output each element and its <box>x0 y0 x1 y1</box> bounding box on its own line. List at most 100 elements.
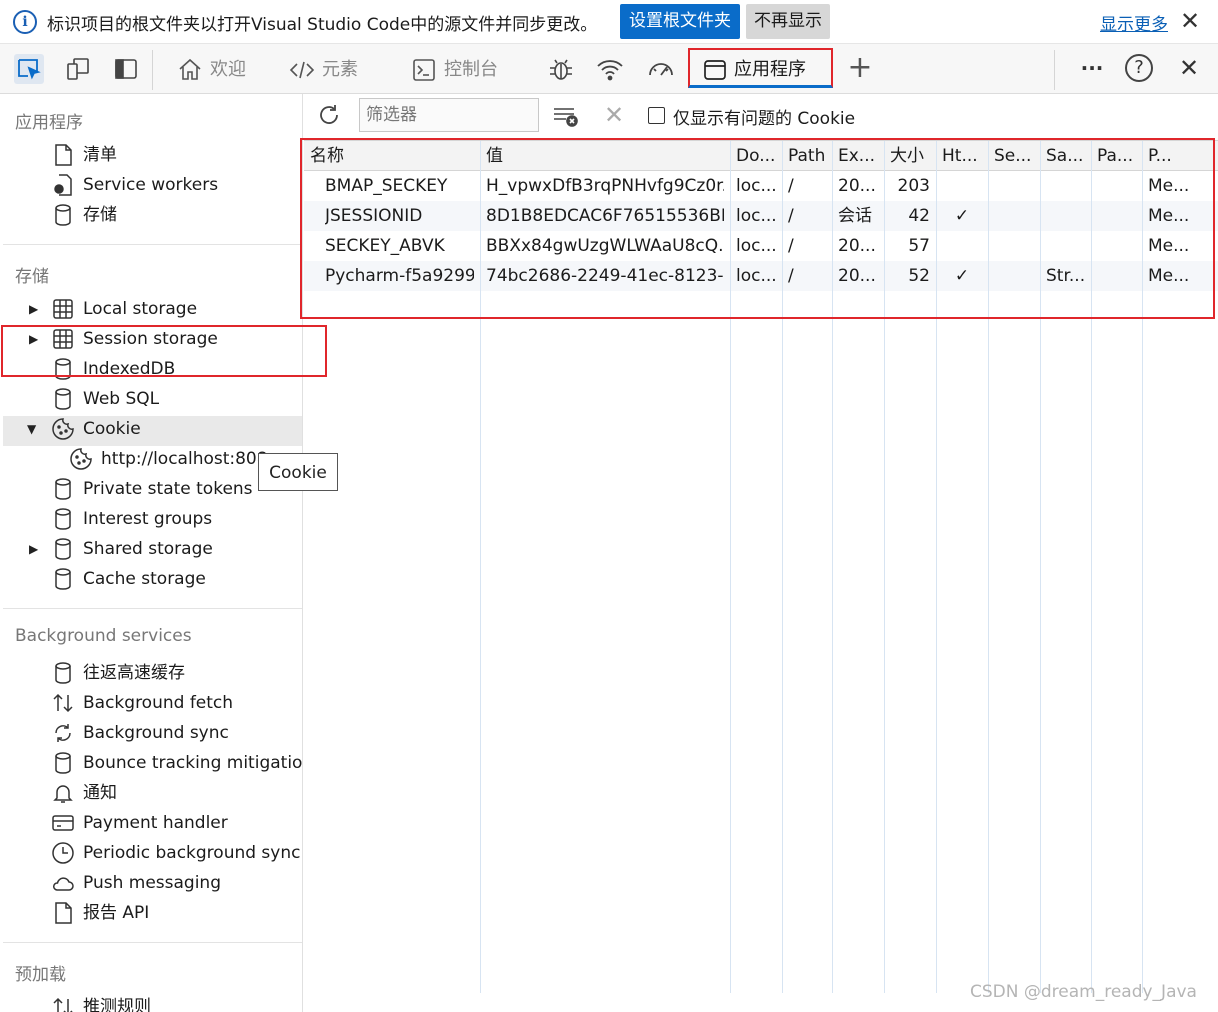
sidebar-item-label: 往返高速缓存 <box>83 663 185 683</box>
sidebar-item-label: Background sync <box>83 723 229 743</box>
sidebar-item-storage[interactable]: 存储 <box>51 200 117 230</box>
section-title-preload: 预加载 <box>15 965 66 985</box>
up-down-arrows-icon <box>51 691 75 715</box>
sidebar-item-label: Periodic background sync <box>83 843 301 863</box>
device-emulation-icon[interactable] <box>63 54 93 84</box>
console-icon <box>413 59 435 81</box>
sidebar-item-label: 通知 <box>83 783 117 803</box>
section-divider <box>3 244 302 245</box>
sidebar-item-label: Cache storage <box>83 569 206 589</box>
info-message: 标识项目的根文件夹以打开Visual Studio Code中的源文件并同步更改… <box>47 15 598 35</box>
cloud-icon <box>51 871 75 895</box>
section-title-storage: 存储 <box>15 267 49 287</box>
sidebar-item-background-sync[interactable]: Background sync <box>51 718 229 748</box>
sidebar-item-service-workers[interactable]: Service workers <box>51 170 218 200</box>
sidebar-item-label: Shared storage <box>83 539 213 559</box>
sidebar-item-label: Push messaging <box>83 873 221 893</box>
delete-selected-icon[interactable]: ✕ <box>604 102 624 128</box>
database-icon <box>51 387 75 411</box>
sidebar-item-interest-groups[interactable]: Interest groups <box>51 504 212 534</box>
collapse-arrow-icon[interactable]: ▼ <box>27 414 36 444</box>
code-icon <box>289 61 315 79</box>
sidebar-item-cookie[interactable]: Cookie <box>51 414 141 444</box>
only-issues-checkbox[interactable] <box>648 107 665 124</box>
performance-icon[interactable] <box>646 54 676 84</box>
expand-arrow-icon[interactable]: ▶ <box>29 294 38 324</box>
gear-document-icon <box>51 173 75 197</box>
sidebar-item-label: Cookie <box>83 419 141 439</box>
info-bar: i 标识项目的根文件夹以打开Visual Studio Code中的源文件并同步… <box>0 0 1218 44</box>
database-icon <box>51 203 75 227</box>
show-more-link[interactable]: 显示更多 <box>1100 10 1168 35</box>
sidebar-item-payment-handler[interactable]: Payment handler <box>51 808 228 838</box>
sidebar-item-reporting-api[interactable]: 报告 API <box>51 898 149 928</box>
more-icon[interactable]: ··· <box>1077 54 1107 84</box>
section-divider <box>3 608 302 609</box>
bell-icon <box>51 781 75 805</box>
database-icon <box>51 661 75 685</box>
database-icon <box>51 567 75 591</box>
sidebar-item-notifications[interactable]: 通知 <box>51 778 117 808</box>
toolbar-separator <box>152 50 153 90</box>
tab-console-label: 控制台 <box>444 59 498 80</box>
clock-icon <box>51 841 75 865</box>
sync-icon <box>51 721 75 745</box>
sidebar-item-label: 清单 <box>83 145 117 165</box>
table-highlight-box <box>300 138 1215 319</box>
help-icon[interactable]: ? <box>1125 54 1153 82</box>
dock-icon[interactable] <box>111 54 141 84</box>
close-icon[interactable]: ✕ <box>1180 8 1200 34</box>
refresh-icon[interactable] <box>316 102 342 128</box>
tab-console[interactable]: 控制台 <box>410 50 498 90</box>
close-icon[interactable]: ✕ <box>1174 54 1204 84</box>
card-icon <box>51 811 75 835</box>
section-divider <box>3 942 302 943</box>
up-down-arrows-icon <box>51 995 75 1012</box>
database-icon <box>51 477 75 501</box>
clear-all-icon[interactable] <box>552 104 580 128</box>
dont-show-again-button[interactable]: 不再显示 <box>746 4 830 39</box>
sidebar-item-local-storage[interactable]: Local storage <box>51 294 197 324</box>
sidebar: 应用程序 清单 Service workers 存储 存储 ▶ Local st… <box>3 94 303 1012</box>
sidebar-item-label: http://localhost:808 <box>101 449 268 469</box>
sidebar-item-bfcache[interactable]: 往返高速缓存 <box>51 658 185 688</box>
inspect-icon[interactable] <box>14 54 44 84</box>
sidebar-item-shared-storage[interactable]: Shared storage <box>51 534 213 564</box>
sidebar-item-label: Payment handler <box>83 813 228 833</box>
grid-icon <box>51 297 75 321</box>
set-root-folder-button[interactable]: 设置根文件夹 <box>620 4 740 39</box>
only-issues-label: 仅显示有问题的 Cookie <box>673 109 856 129</box>
cookie-highlight-box <box>1 325 327 377</box>
sidebar-item-background-fetch[interactable]: Background fetch <box>51 688 233 718</box>
cookie-icon <box>69 447 93 471</box>
sidebar-item-bounce-tracking[interactable]: Bounce tracking mitigations <box>51 748 303 778</box>
sidebar-item-push-messaging[interactable]: Push messaging <box>51 868 221 898</box>
expand-arrow-icon[interactable]: ▶ <box>29 534 38 564</box>
filter-input[interactable]: 筛选器 <box>359 98 539 132</box>
sidebar-item-periodic-sync[interactable]: Periodic background sync <box>51 838 300 868</box>
watermark: CSDN @dream_ready_Java <box>970 982 1197 1002</box>
sidebar-item-label: Bounce tracking mitigations <box>83 753 303 773</box>
tab-welcome[interactable]: 欢迎 <box>176 50 246 90</box>
document-icon <box>51 901 75 925</box>
sidebar-item-label: 报告 API <box>83 903 150 923</box>
database-icon <box>51 507 75 531</box>
sidebar-item-label: 存储 <box>83 205 117 225</box>
network-icon[interactable] <box>595 54 625 84</box>
sidebar-item-label: Interest groups <box>83 509 213 529</box>
add-icon[interactable]: + <box>845 53 875 84</box>
section-title-background-services: Background services <box>15 626 192 646</box>
sidebar-item-label: Private state tokens <box>83 479 253 499</box>
sidebar-item-private-state-tokens[interactable]: Private state tokens <box>51 474 253 504</box>
tab-elements[interactable]: 元素 <box>288 50 358 90</box>
sidebar-item-manifest[interactable]: 清单 <box>51 140 117 170</box>
sidebar-item-web-sql[interactable]: Web SQL <box>51 384 159 414</box>
bug-icon[interactable] <box>546 54 576 84</box>
database-icon <box>51 537 75 561</box>
sidebar-item-cache-storage[interactable]: Cache storage <box>51 564 206 594</box>
cookie-row-highlight <box>3 416 302 446</box>
sidebar-item-cookie-localhost[interactable]: http://localhost:808 <box>69 444 268 474</box>
document-icon <box>51 143 75 167</box>
sidebar-item-speculation-rules[interactable]: 推测规则 <box>51 992 151 1012</box>
sidebar-item-label: Local storage <box>83 299 198 319</box>
